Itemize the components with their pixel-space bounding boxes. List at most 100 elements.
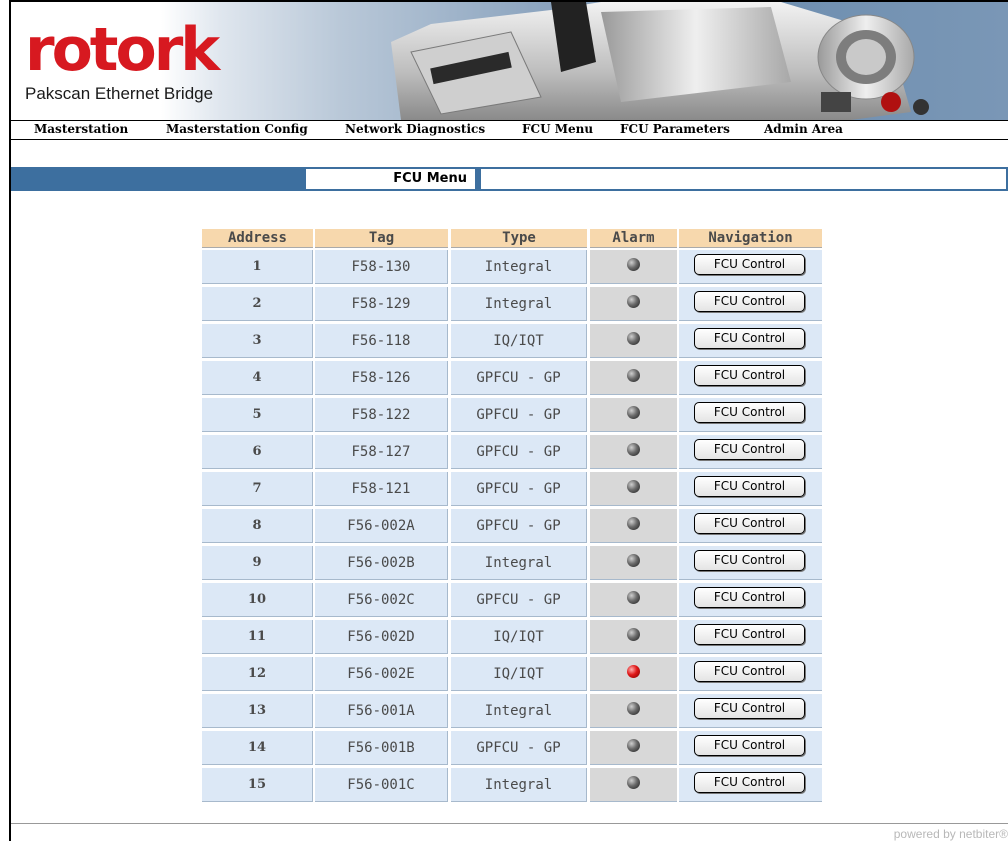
alarm-cell <box>590 398 677 432</box>
address-cell: 3 <box>202 324 313 358</box>
tag-cell: F58-130 <box>315 250 448 284</box>
alarm-cell <box>590 546 677 580</box>
type-cell: GPFCU - GP <box>451 509 587 543</box>
alarm-cell <box>590 324 677 358</box>
fcu-control-button[interactable]: FCU Control <box>694 328 805 349</box>
alarm-inactive-icon <box>626 553 640 567</box>
alarm-inactive-icon <box>626 368 640 382</box>
alarm-inactive-icon <box>626 516 640 530</box>
fcu-control-button[interactable]: FCU Control <box>694 365 805 386</box>
type-cell: Integral <box>451 768 587 802</box>
tag-cell: F58-121 <box>315 472 448 506</box>
alarm-inactive-icon <box>626 627 640 641</box>
tag-cell: F58-127 <box>315 435 448 469</box>
alarm-cell <box>590 768 677 802</box>
header-address: Address <box>202 229 313 248</box>
type-cell: IQ/IQT <box>451 324 587 358</box>
tag-cell: F56-002E <box>315 657 448 691</box>
tag-cell: F56-118 <box>315 324 448 358</box>
type-cell: GPFCU - GP <box>451 731 587 765</box>
alarm-inactive-icon <box>626 701 640 715</box>
tag-cell: F56-002C <box>315 583 448 617</box>
type-cell: GPFCU - GP <box>451 398 587 432</box>
title-field <box>480 168 1007 190</box>
fcu-control-button[interactable]: FCU Control <box>694 735 805 756</box>
navigation-cell: FCU Control <box>679 472 822 506</box>
address-cell: 9 <box>202 546 313 580</box>
tag-cell: F56-002A <box>315 509 448 543</box>
tag-cell: F56-002D <box>315 620 448 654</box>
navigation-cell: FCU Control <box>679 324 822 358</box>
fcu-control-button[interactable]: FCU Control <box>694 624 805 645</box>
alarm-inactive-icon <box>626 405 640 419</box>
alarm-cell <box>590 620 677 654</box>
fcu-control-button[interactable]: FCU Control <box>694 439 805 460</box>
navigation-cell: FCU Control <box>679 657 822 691</box>
alarm-cell <box>590 694 677 728</box>
address-cell: 2 <box>202 287 313 321</box>
alarm-cell <box>590 472 677 506</box>
address-cell: 8 <box>202 509 313 543</box>
navigation-cell: FCU Control <box>679 509 822 543</box>
rotork-logo[interactable]: rotork <box>25 20 220 80</box>
alarm-inactive-icon <box>626 331 640 345</box>
fcu-control-button[interactable]: FCU Control <box>694 402 805 423</box>
fcu-control-button[interactable]: FCU Control <box>694 254 805 275</box>
actuator-photo <box>391 2 929 120</box>
header-navigation: Navigation <box>679 229 822 248</box>
page-title: FCU Menu <box>305 168 476 190</box>
tag-cell: F58-122 <box>315 398 448 432</box>
fcu-control-button[interactable]: FCU Control <box>694 513 805 534</box>
alarm-cell <box>590 435 677 469</box>
navigation-cell: FCU Control <box>679 620 822 654</box>
tag-cell: F56-001A <box>315 694 448 728</box>
address-cell: 15 <box>202 768 313 802</box>
fcu-control-button[interactable]: FCU Control <box>694 587 805 608</box>
alarm-inactive-icon <box>626 257 640 271</box>
tag-cell: F56-001C <box>315 768 448 802</box>
navigation-cell: FCU Control <box>679 546 822 580</box>
nav-network-diagnostics[interactable]: Network Diagnostics <box>345 122 485 136</box>
navigation-cell: FCU Control <box>679 250 822 284</box>
type-cell: GPFCU - GP <box>451 472 587 506</box>
address-cell: 1 <box>202 250 313 284</box>
fcu-control-button[interactable]: FCU Control <box>694 772 805 793</box>
fcu-control-button[interactable]: FCU Control <box>694 661 805 682</box>
page-frame: rotork Pakscan Ethernet Bridge Mastersta… <box>9 0 1008 841</box>
navigation-cell: FCU Control <box>679 768 822 802</box>
address-cell: 12 <box>202 657 313 691</box>
nav-fcu-menu[interactable]: FCU Menu <box>522 122 593 136</box>
navigation-cell: FCU Control <box>679 398 822 432</box>
fcu-control-button[interactable]: FCU Control <box>694 476 805 497</box>
header-tag: Tag <box>315 229 448 248</box>
tag-cell: F58-129 <box>315 287 448 321</box>
type-cell: IQ/IQT <box>451 657 587 691</box>
alarm-cell <box>590 509 677 543</box>
alarm-cell <box>590 583 677 617</box>
navigation-cell: FCU Control <box>679 361 822 395</box>
product-subtitle: Pakscan Ethernet Bridge <box>25 84 214 103</box>
page-title-bar: FCU Menu <box>11 167 1008 191</box>
navigation-cell: FCU Control <box>679 583 822 617</box>
type-cell: Integral <box>451 694 587 728</box>
nav-masterstation[interactable]: Masterstation <box>34 122 128 136</box>
nav-fcu-parameters[interactable]: FCU Parameters <box>620 122 730 136</box>
alarm-inactive-icon <box>626 590 640 604</box>
fcu-control-button[interactable]: FCU Control <box>694 550 805 571</box>
alarm-inactive-icon <box>626 738 640 752</box>
alarm-inactive-icon <box>626 294 640 308</box>
alarm-cell <box>590 657 677 691</box>
type-cell: Integral <box>451 250 587 284</box>
alarm-inactive-icon <box>626 775 640 789</box>
alarm-inactive-icon <box>626 442 640 456</box>
navigation-cell: FCU Control <box>679 694 822 728</box>
alarm-cell <box>590 361 677 395</box>
type-cell: GPFCU - GP <box>451 361 587 395</box>
nav-admin-area[interactable]: Admin Area <box>764 122 843 136</box>
fcu-control-button[interactable]: FCU Control <box>694 698 805 719</box>
nav-masterstation-config[interactable]: Masterstation Config <box>166 122 308 136</box>
type-cell: GPFCU - GP <box>451 435 587 469</box>
fcu-control-button[interactable]: FCU Control <box>694 291 805 312</box>
type-cell: Integral <box>451 287 587 321</box>
footer-divider <box>11 823 1008 824</box>
